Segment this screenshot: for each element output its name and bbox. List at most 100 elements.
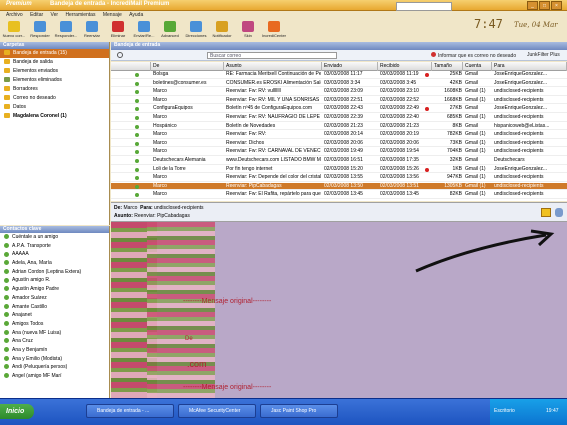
col-size[interactable]: Tamaño <box>432 62 463 71</box>
message-to: JoseEnriqueGonzalez... <box>494 105 548 112</box>
col-sent[interactable]: Enviado <box>322 62 378 71</box>
new-mail-icon <box>8 21 20 32</box>
task-mcafee[interactable]: McAfee SecurityCenter <box>178 404 256 418</box>
toolbar-button-9[interactable]: Skin <box>236 20 260 42</box>
toolbar-button-0[interactable]: Nuevo corr... <box>2 20 26 42</box>
col-to[interactable]: Para <box>492 62 567 71</box>
status-icon <box>135 193 139 198</box>
contact-item[interactable]: Amigos Todos <box>0 320 109 329</box>
menu-ayuda[interactable]: Ayuda <box>129 12 143 18</box>
contact-item[interactable]: Adela, Ana, María <box>0 259 109 268</box>
message-row[interactable]: Marco Reenviar: Dichos 02/03/2008 20:06 02/… <box>111 140 567 148</box>
folder-item[interactable]: Bandeja de entrada (15) <box>0 49 109 58</box>
message-account: Gmail (1) <box>465 148 486 155</box>
message-size: 1608KB <box>444 88 462 95</box>
contact-item[interactable]: Angel (amigo MF Marí <box>0 372 109 381</box>
message-row[interactable]: Loli de la Torre Por fin tengo internet 02… <box>111 166 567 174</box>
message-row[interactable]: Marco Reenviar: Fw: RV: vulllllll 02/03/20… <box>111 88 567 96</box>
message-row[interactable]: ConfiguraEquipos Boletín nº45 de Configur… <box>111 105 567 113</box>
col-from[interactable]: De <box>151 62 224 71</box>
toolbar-button-8[interactable]: Notificador <box>210 20 234 42</box>
folder-item[interactable]: Datos <box>0 103 109 112</box>
maximize-button[interactable]: □ <box>539 1 550 10</box>
contact-item[interactable]: Agustín amigo R. <box>0 276 109 285</box>
toolbar-label: Advanced <box>161 33 179 38</box>
col-received[interactable]: Recibido <box>378 62 432 71</box>
task-incredimail[interactable]: Bandeja de entrada - ... <box>86 404 174 418</box>
contact-item[interactable]: Cuéntale a un amigo <box>0 233 109 242</box>
menu-archivo[interactable]: Archivo <box>6 12 23 18</box>
status-icon <box>135 116 139 120</box>
toolbar-button-7[interactable]: Direcciones <box>184 20 208 42</box>
task-paintshop[interactable]: Jasc Paint Shop Pro <box>260 404 338 418</box>
folder-label: Correo no deseado <box>13 95 56 101</box>
start-button[interactable]: Inicio <box>0 404 34 419</box>
folder-item[interactable]: Elementos enviados <box>0 67 109 76</box>
message-row[interactable]: Marco Reenviar: Fw: El Rafita, repártelo … <box>111 191 567 199</box>
menu-ver[interactable]: Ver <box>51 12 59 18</box>
message-row[interactable]: Marco Reenviar: Fw: RV: CARNAVAL DE VENEC… <box>111 148 567 156</box>
message-row[interactable]: Marco Reenviar: Fw: RV: MIL Y UNA SONRISA… <box>111 97 567 105</box>
contact-label: Amante Castillo <box>12 303 48 310</box>
contact-icon <box>4 234 9 240</box>
message-row[interactable]: boletines@consumer.es CONSUMER.es EROSKI … <box>111 80 567 88</box>
toolbar-button-5[interactable]: Enviar/Re... <box>132 20 156 42</box>
message-row[interactable]: Hospánico Boletín de Novedades 02/03/2008 … <box>111 123 567 131</box>
message-account: Gmail (1) <box>465 165 486 172</box>
col-icons[interactable] <box>111 62 151 71</box>
folder-item[interactable]: Elementos eliminados <box>0 76 109 85</box>
clock-time: 7:47 <box>474 17 503 31</box>
contact-item[interactable]: Anajanet <box>0 311 109 320</box>
toolbar-button-6[interactable]: Advanced <box>158 20 182 42</box>
folder-icon <box>4 86 10 92</box>
folder-item[interactable]: Borradores <box>0 85 109 94</box>
message-row[interactable]: Deutschecars Alemania www.Deutschecars.co… <box>111 157 567 165</box>
message-row[interactable]: Marco Reenviar: PipCabadagas 02/03/2008 13… <box>111 182 567 191</box>
contact-item[interactable]: Ana Cruz <box>0 337 109 346</box>
minimize-button[interactable]: _ <box>527 1 538 10</box>
toolbar: Nuevo corr... Responder Responder... Reenvi… <box>0 20 400 42</box>
contact-icon <box>4 321 9 327</box>
folder-item[interactable]: Correo no deseado <box>0 94 109 103</box>
message-sent: 02/03/2008 20:14 <box>324 131 363 138</box>
junkfilter-button[interactable]: JunkFilter Plus <box>527 52 560 58</box>
paperclip-icon[interactable] <box>555 208 563 217</box>
contact-item[interactable]: Ana (nueva MF Luisa) <box>0 329 109 338</box>
close-button[interactable]: × <box>551 1 562 10</box>
contact-item[interactable]: AAAAA <box>0 250 109 259</box>
contact-item[interactable]: Andi (Peluquería persos) <box>0 363 109 372</box>
attachment-icon[interactable] <box>541 208 551 217</box>
notifier-icon <box>216 21 228 32</box>
folder-icon <box>4 113 10 119</box>
col-subject[interactable]: Asunto <box>224 62 322 71</box>
toolbar-button-10[interactable]: IncrediCenter <box>262 20 286 42</box>
contact-item[interactable]: Amador Suárez <box>0 294 109 303</box>
folder-item[interactable]: Magdalena Coronel (1) <box>0 112 109 121</box>
mail-search-input[interactable]: Buscar correo <box>207 52 337 59</box>
contact-item[interactable]: Ana y Emilio (Modista) <box>0 355 109 364</box>
message-account: Gmail (1) <box>465 174 486 181</box>
message-row[interactable]: Bolsga RE: Farmacia Meritxell Continuació… <box>111 71 567 79</box>
toolbar-button-2[interactable]: Responder... <box>54 20 78 42</box>
col-account[interactable]: Cuenta <box>463 62 492 71</box>
top-search-input[interactable] <box>396 2 452 11</box>
contact-item[interactable]: Ana y Benjamín <box>0 346 109 355</box>
contact-item[interactable]: Amante Castillo <box>0 303 109 312</box>
menu-herramientas[interactable]: Herramientas <box>65 12 95 18</box>
status-icon <box>135 73 139 77</box>
report-junk-button[interactable]: Informar que es correo no deseado <box>431 52 516 59</box>
toolbar-button-4[interactable]: Eliminar <box>106 20 130 42</box>
message-row[interactable]: Marco Reenviar: Fw: RV: 02/03/2008 20:14 02… <box>111 131 567 139</box>
folder-item[interactable]: Bandeja de salida <box>0 58 109 67</box>
contact-item[interactable]: A.P.A. Transporte <box>0 242 109 251</box>
contact-item[interactable]: Agustín Amigo Padre <box>0 285 109 294</box>
message-from: Marco <box>153 182 167 189</box>
message-account: Gmail <box>465 157 479 163</box>
toolbar-button-3[interactable]: Reenviar <box>80 20 104 42</box>
contact-item[interactable]: Adrian Cordon (Leptina Extera) <box>0 268 109 277</box>
toolbar-button-1[interactable]: Responder <box>28 20 52 42</box>
message-row[interactable]: Marco Reenviar: Fw: Depende del color del… <box>111 174 567 182</box>
menu-mensaje[interactable]: Mensaje <box>103 12 122 18</box>
menu-editar[interactable]: Editar <box>30 12 43 18</box>
message-row[interactable]: Marco Reenviar: Fw: RV: NAUFRAGIO DE LEPE… <box>111 114 567 122</box>
